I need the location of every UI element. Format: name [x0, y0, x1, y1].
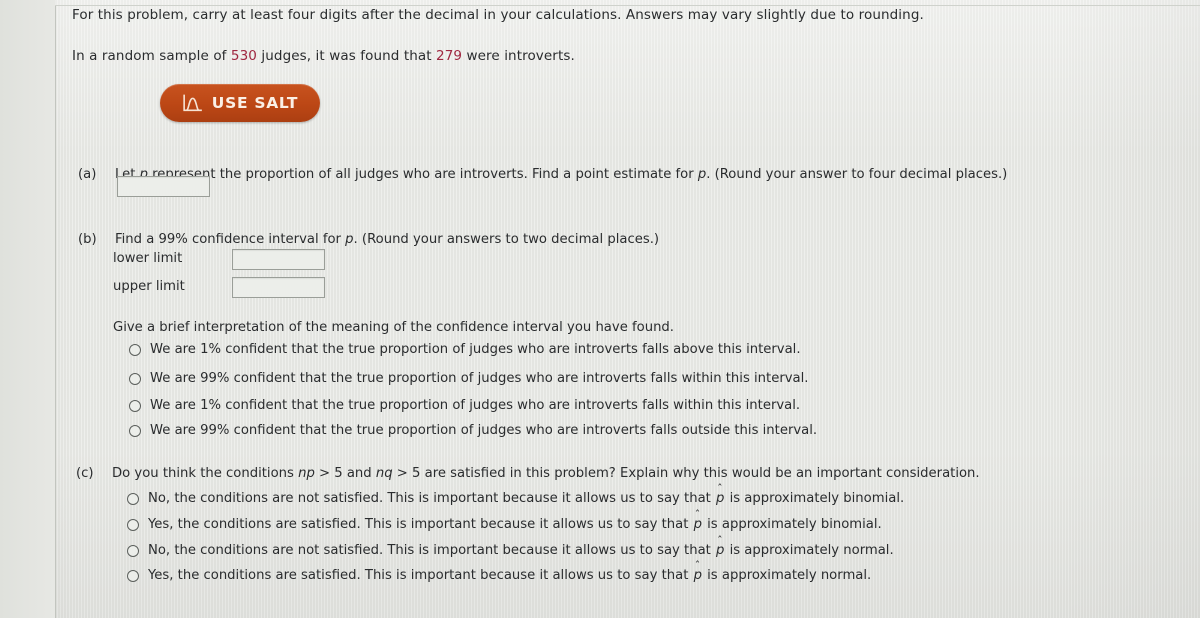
- part-b-option-2[interactable]: We are 1% confident that the true propor…: [129, 398, 800, 414]
- part-a-text-mid: represent the proportion of all judges w…: [147, 167, 698, 182]
- part-c-option-2[interactable]: No, the conditions are not satisfied. Th…: [127, 543, 894, 559]
- part-c-option-3-pre: Yes, the conditions are satisfied. This …: [148, 568, 693, 583]
- part-c-variable-nq: nq: [375, 466, 393, 481]
- part-b-variable-p: p: [345, 232, 354, 247]
- part-b-option-0-label: We are 1% confident that the true propor…: [150, 342, 801, 357]
- radio-button-icon[interactable]: [129, 343, 141, 356]
- problem-statement-pre: In a random sample of: [72, 48, 231, 64]
- part-c-option-0[interactable]: No, the conditions are not satisfied. Th…: [127, 491, 904, 507]
- part-c-option-3[interactable]: Yes, the conditions are satisfied. This …: [127, 568, 871, 584]
- radio-button-icon[interactable]: [127, 518, 139, 531]
- normal-distribution-curve-icon: [182, 94, 203, 113]
- use-salt-button[interactable]: USE SALT: [160, 84, 320, 122]
- part-c-option-0-pre: No, the conditions are not satisfied. Th…: [148, 491, 716, 506]
- part-c-option-1-pre: Yes, the conditions are satisfied. This …: [148, 517, 693, 532]
- p-hat-symbol: p: [693, 517, 703, 533]
- part-b-option-3-label: We are 99% confident that the true propo…: [150, 423, 818, 438]
- part-a-text-post: . (Round your answer to four decimal pla…: [706, 167, 1008, 182]
- part-c-option-3-label: Yes, the conditions are satisfied. This …: [148, 568, 871, 584]
- part-b-option-3[interactable]: We are 99% confident that the true propo…: [129, 423, 817, 439]
- part-c-option-1[interactable]: Yes, the conditions are satisfied. This …: [127, 517, 882, 533]
- part-c-letter: (c): [76, 466, 94, 481]
- lower-limit-input[interactable]: [232, 249, 325, 270]
- p-hat-symbol: p: [693, 568, 703, 584]
- part-b-question: Find a 99% confidence interval for p. (R…: [115, 232, 659, 249]
- upper-limit-label: upper limit: [113, 279, 185, 294]
- part-c-text-pre: Do you think the conditions: [112, 466, 299, 481]
- part-a-question: Let p represent the proportion of all ju…: [115, 167, 1007, 184]
- radio-button-icon[interactable]: [129, 424, 141, 437]
- part-c-option-0-label: No, the conditions are not satisfied. Th…: [148, 491, 904, 507]
- p-hat-symbol: p: [715, 543, 725, 559]
- radio-button-icon[interactable]: [127, 569, 139, 582]
- radio-button-icon[interactable]: [127, 544, 139, 557]
- problem-statement-post: were introverts.: [462, 48, 575, 64]
- problem-content: For this problem, carry at least four di…: [0, 0, 1200, 618]
- part-c-option-1-post: is approximately binomial.: [702, 517, 882, 532]
- radio-button-icon[interactable]: [127, 492, 139, 505]
- radio-button-icon[interactable]: [129, 399, 141, 412]
- part-b-option-0[interactable]: We are 1% confident that the true propor…: [129, 342, 801, 358]
- part-a-variable-p-2: p: [697, 167, 707, 182]
- part-b-text-pre: Find a 99% confidence interval for: [115, 232, 346, 247]
- part-c-option-2-post: is approximately normal.: [725, 543, 894, 558]
- part-c-question: Do you think the conditions np > 5 and n…: [112, 466, 980, 483]
- interpretation-prompt: Give a brief interpretation of the meani…: [113, 320, 674, 335]
- part-c-option-0-post: is approximately binomial.: [725, 491, 905, 506]
- problem-statement: In a random sample of 530 judges, it was…: [72, 48, 575, 64]
- part-c-option-2-label: No, the conditions are not satisfied. Th…: [148, 543, 894, 559]
- successes-value: 279: [436, 48, 463, 64]
- problem-statement-mid: judges, it was found that: [257, 48, 437, 64]
- part-c-variable-np: np: [298, 466, 315, 481]
- part-c-option-2-pre: No, the conditions are not satisfied. Th…: [148, 543, 716, 558]
- part-a-point-estimate-input[interactable]: [117, 176, 210, 197]
- sample-size-value: 530: [230, 48, 257, 64]
- rounding-instructions-text: For this problem, carry at least four di…: [72, 7, 924, 23]
- part-b-text-post: . (Round your answers to two decimal pla…: [353, 232, 660, 247]
- radio-button-icon[interactable]: [129, 372, 141, 385]
- part-b-option-1[interactable]: We are 99% confident that the true propo…: [129, 371, 809, 387]
- part-b-option-1-label: We are 99% confident that the true propo…: [150, 371, 809, 386]
- part-c-option-1-label: Yes, the conditions are satisfied. This …: [148, 517, 882, 533]
- part-c-text-mid: > 5 and: [314, 466, 376, 481]
- part-b-letter: (b): [78, 232, 97, 247]
- use-salt-label: USE SALT: [211, 94, 299, 112]
- part-b-option-2-label: We are 1% confident that the true propor…: [150, 398, 801, 413]
- upper-limit-input[interactable]: [232, 277, 325, 298]
- p-hat-symbol: p: [715, 491, 725, 507]
- rounding-instructions: For this problem, carry at least four di…: [72, 7, 924, 23]
- lower-limit-label: lower limit: [113, 251, 183, 266]
- part-c-option-3-post: is approximately normal.: [702, 568, 872, 583]
- part-a-letter: (a): [78, 167, 97, 182]
- part-c-text-post: > 5 are satisfied in this problem? Expla…: [392, 466, 980, 481]
